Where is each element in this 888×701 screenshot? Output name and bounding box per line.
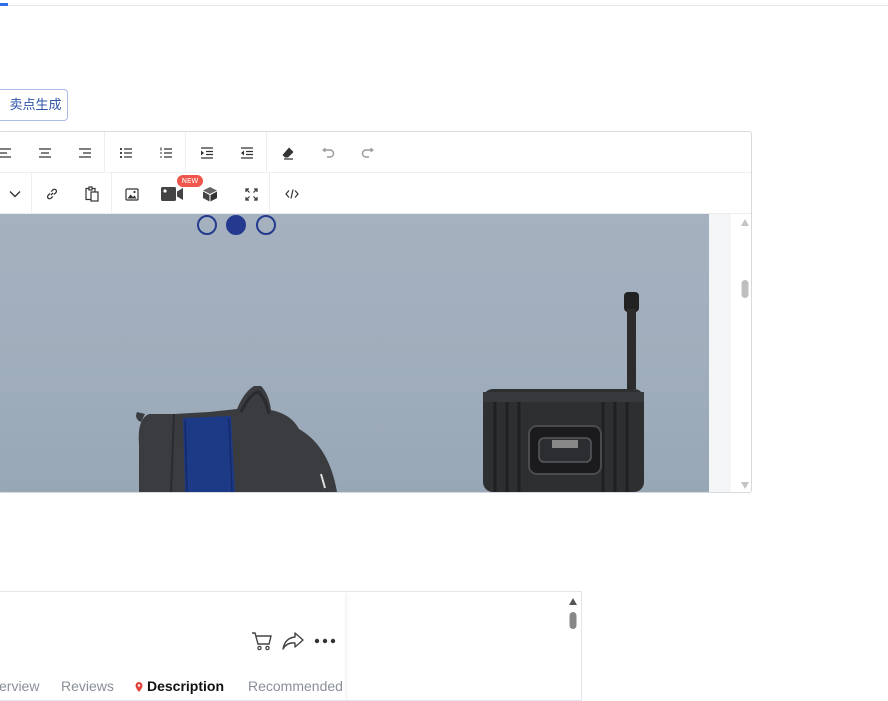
eraser-icon[interactable]: [276, 141, 300, 165]
numbered-list-icon[interactable]: [154, 141, 178, 165]
toolbar-row-1: [0, 132, 751, 173]
tab-reviews[interactable]: Reviews: [61, 678, 114, 694]
top-divider: [0, 5, 888, 6]
align-left-icon[interactable]: [0, 141, 17, 165]
scroll-thumb: [741, 280, 749, 298]
cart-icon[interactable]: [250, 629, 274, 653]
indent-icon[interactable]: [195, 141, 219, 165]
tab-description-label: Description: [147, 678, 225, 694]
scroll-up-arrow-icon: [741, 219, 749, 226]
tab-description[interactable]: Description: [135, 678, 224, 694]
selling-point-generate-button[interactable]: 卖点生成: [0, 89, 68, 121]
code-icon[interactable]: [280, 182, 304, 206]
align-center-icon[interactable]: [33, 141, 57, 165]
undo-icon[interactable]: [316, 141, 340, 165]
outdent-icon[interactable]: [235, 141, 259, 165]
product-banner-image: [0, 214, 709, 492]
toolbar-divider: [31, 173, 32, 213]
tab-recommended[interactable]: Recommended: [248, 678, 345, 694]
more-icon[interactable]: [313, 629, 337, 653]
rich-text-editor: NEW: [0, 131, 752, 493]
scroll-down-arrow-icon: [741, 482, 749, 489]
paste-icon[interactable]: [80, 182, 104, 206]
scroll-up-arrow-icon: [569, 598, 577, 605]
scroll-track-gutter: [709, 214, 731, 492]
toolbar-divider: [111, 173, 112, 213]
chevron-down-icon[interactable]: [3, 182, 27, 206]
scroll-thumb: [569, 612, 577, 629]
tab-overview[interactable]: erview: [0, 678, 39, 694]
luggage-illustration: [136, 292, 644, 492]
link-icon[interactable]: [40, 182, 64, 206]
editor-scrollbar[interactable]: [709, 214, 751, 492]
active-tab-indicator: [0, 3, 8, 6]
cube-icon[interactable]: [198, 182, 222, 206]
location-pin-icon: [135, 682, 143, 692]
preview-page: erview Reviews Description Recommended: [0, 592, 345, 700]
toolbar-divider: [185, 132, 186, 172]
toolbar-divider: [104, 132, 105, 172]
fullscreen-icon[interactable]: [239, 182, 263, 206]
redo-icon[interactable]: [356, 141, 380, 165]
toolbar-row-2: [0, 173, 751, 214]
new-badge: NEW: [177, 175, 203, 187]
preview-scrollbar[interactable]: [567, 594, 579, 698]
share-icon[interactable]: [281, 629, 305, 653]
image-icon[interactable]: [120, 182, 144, 206]
align-right-icon[interactable]: [73, 141, 97, 165]
scrollbar[interactable]: [739, 214, 751, 492]
toolbar-divider: [269, 173, 270, 213]
mobile-preview-panel: erview Reviews Description Recommended: [0, 591, 582, 701]
toolbar-divider: [266, 132, 267, 172]
bullet-list-icon[interactable]: [114, 141, 138, 165]
